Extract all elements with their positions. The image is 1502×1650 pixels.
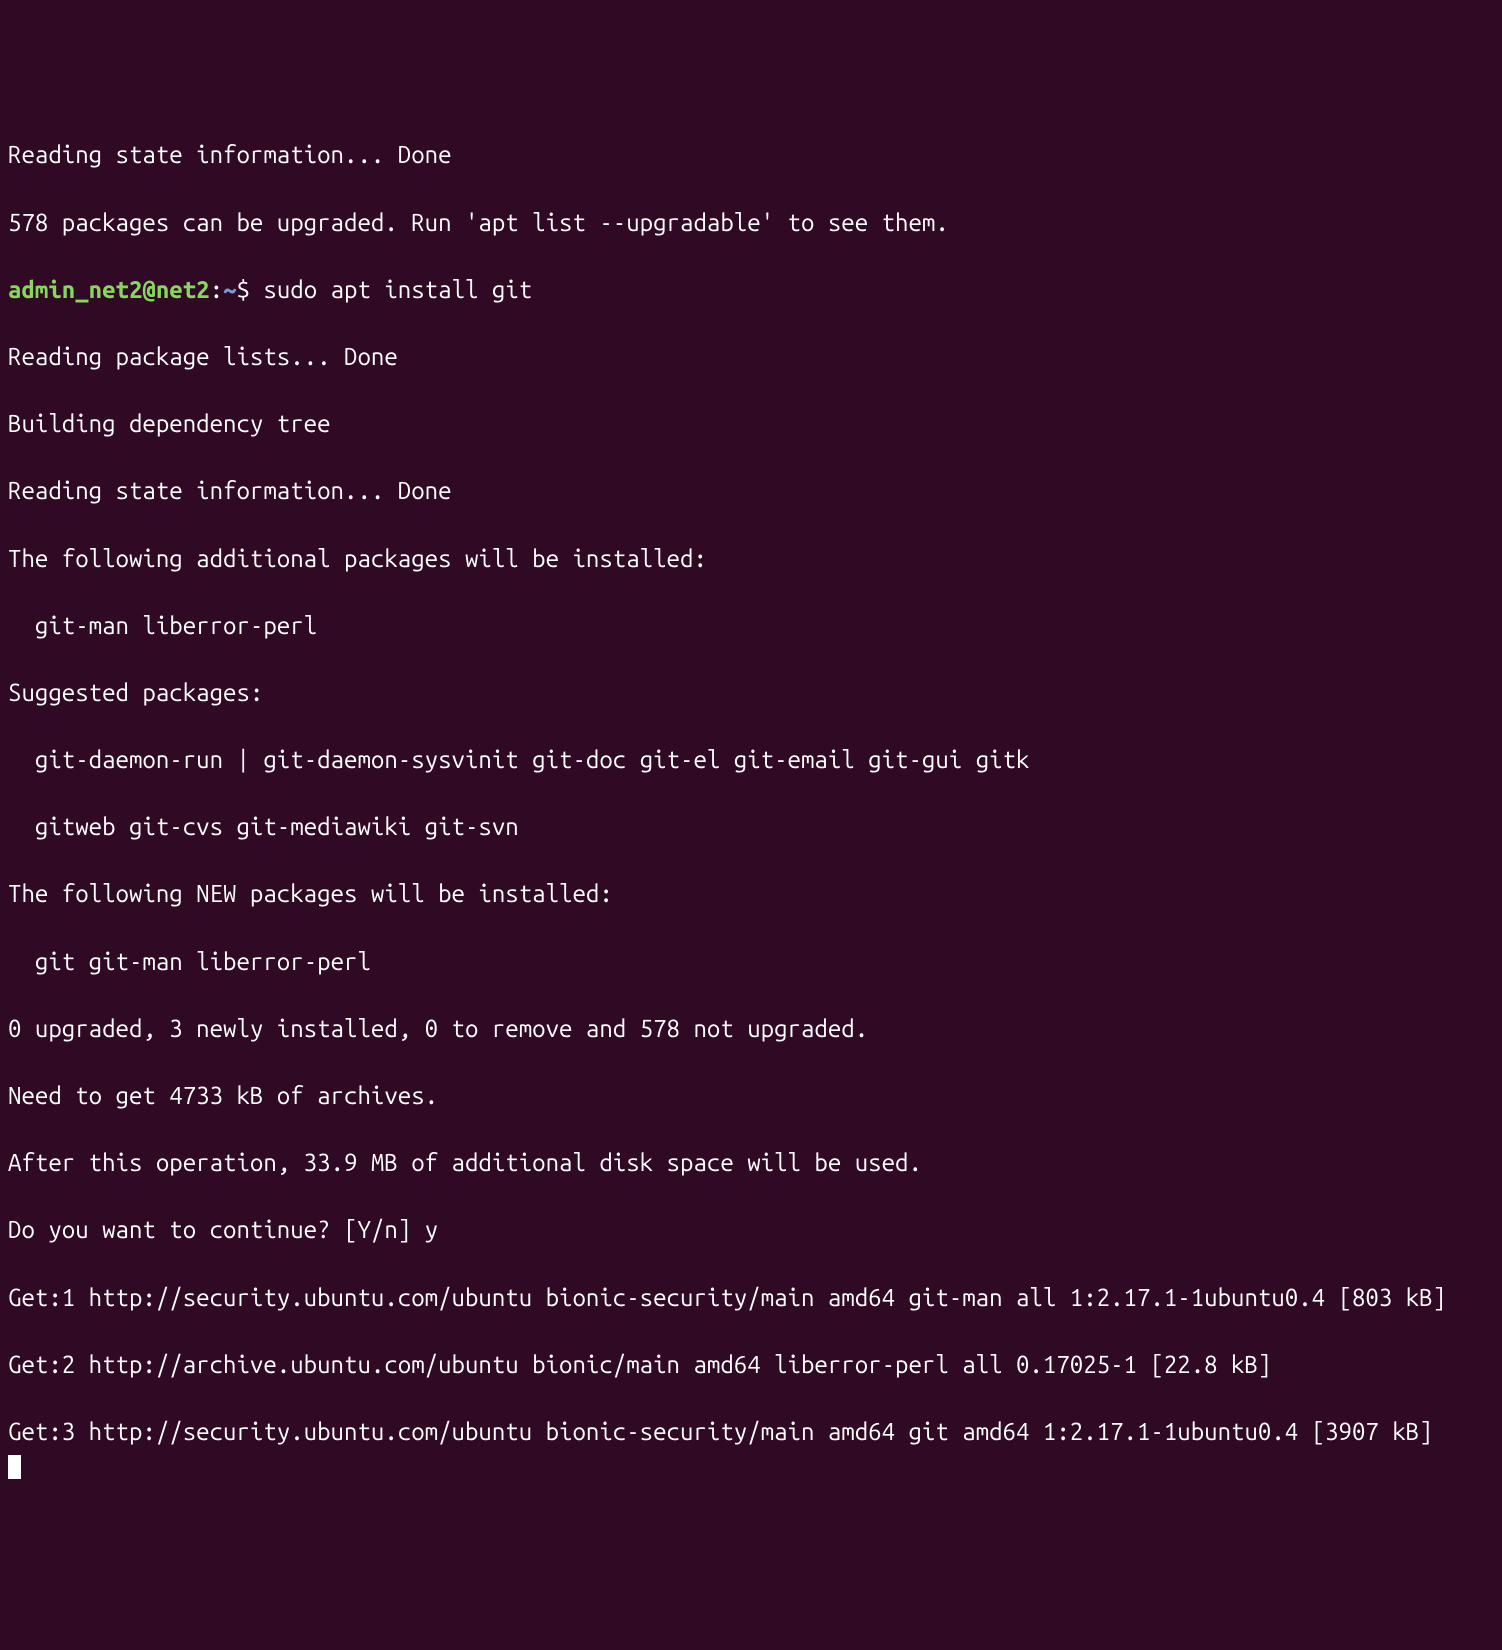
output-line: Do you want to continue? [Y/n] y xyxy=(8,1213,1494,1247)
output-line: Need to get 4733 kB of archives. xyxy=(8,1079,1494,1113)
output-line: After this operation, 33.9 MB of additio… xyxy=(8,1146,1494,1180)
prompt-dollar: $ xyxy=(237,276,264,303)
output-line: The following NEW packages will be insta… xyxy=(8,877,1494,911)
prompt-separator: : xyxy=(210,276,223,303)
output-line: Get:2 http://archive.ubuntu.com/ubuntu b… xyxy=(8,1348,1494,1382)
prompt-line: admin_net2@net2:~$ sudo apt install git xyxy=(8,273,1494,307)
prompt-path: ~ xyxy=(223,276,236,303)
output-line: Building dependency tree xyxy=(8,407,1494,441)
output-line: Get:3 http://security.ubuntu.com/ubuntu … xyxy=(8,1415,1494,1449)
output-line: 0 upgraded, 3 newly installed, 0 to remo… xyxy=(8,1012,1494,1046)
output-line: git-daemon-run | git-daemon-sysvinit git… xyxy=(8,743,1494,777)
output-line: git-man liberror-perl xyxy=(8,609,1494,643)
cursor xyxy=(8,1455,21,1479)
prompt-user-host: admin_net2@net2 xyxy=(8,276,210,303)
output-line: gitweb git-cvs git-mediawiki git-svn xyxy=(8,810,1494,844)
output-line: Reading package lists... Done xyxy=(8,340,1494,374)
output-line: Reading state information... Done xyxy=(8,474,1494,508)
command-input[interactable]: sudo apt install git xyxy=(263,276,532,303)
output-line: Reading state information... Done xyxy=(8,138,1494,172)
output-line: Suggested packages: xyxy=(8,676,1494,710)
output-line: Get:1 http://security.ubuntu.com/ubuntu … xyxy=(8,1281,1494,1315)
terminal-output[interactable]: Reading state information... Done 578 pa… xyxy=(8,138,1494,1482)
output-line: 578 packages can be upgraded. Run 'apt l… xyxy=(8,206,1494,240)
output-line: The following additional packages will b… xyxy=(8,542,1494,576)
output-line: git git-man liberror-perl xyxy=(8,945,1494,979)
